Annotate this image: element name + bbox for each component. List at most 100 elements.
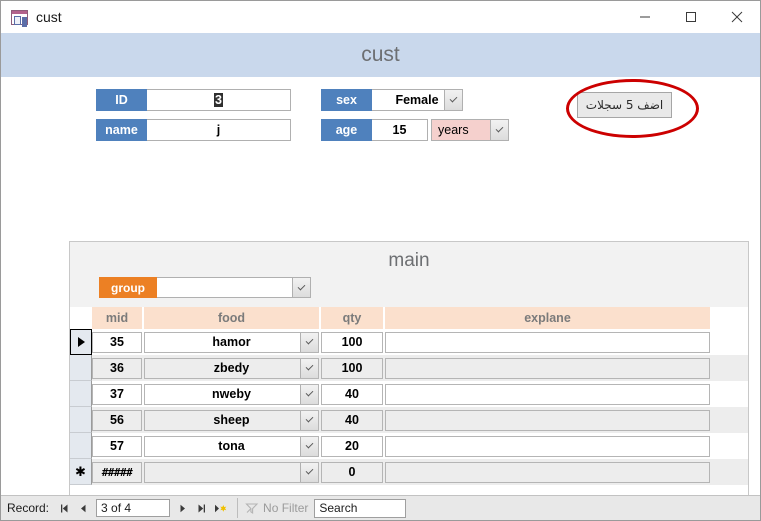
chevron-down-icon[interactable]: [490, 120, 508, 140]
record-selector[interactable]: [70, 433, 92, 459]
new-record-asterisk-icon: ✱: [75, 464, 86, 479]
form-title: cust: [361, 43, 400, 66]
chevron-down-icon[interactable]: [300, 358, 318, 378]
column-header-food[interactable]: food: [144, 307, 319, 329]
sex-combobox[interactable]: Female: [372, 89, 463, 111]
minimize-button[interactable]: [622, 1, 668, 33]
cell-food-combobox[interactable]: tona: [144, 435, 319, 457]
datasheet-header-row: mid food qty explane: [70, 307, 748, 329]
group-label: group: [99, 277, 157, 298]
cell-food-combobox[interactable]: nweby: [144, 383, 319, 405]
cell-qty[interactable]: 40: [321, 383, 383, 405]
search-input[interactable]: Search: [314, 498, 407, 518]
age-label: age: [321, 119, 372, 141]
cell-mid[interactable]: 37: [92, 383, 142, 405]
current-record-input[interactable]: 3 of 4: [96, 499, 171, 517]
cell-mid[interactable]: 36: [92, 357, 142, 379]
filter-label: No Filter: [263, 501, 309, 515]
cell-explane[interactable]: [385, 461, 710, 483]
table-row[interactable]: 35 hamor 100: [70, 329, 748, 355]
main-subform: main group mid food qty explane 35 hamor…: [69, 241, 749, 520]
id-input[interactable]: 3: [147, 89, 291, 111]
column-header-mid[interactable]: mid: [92, 307, 142, 329]
filter-status[interactable]: No Filter: [245, 501, 308, 515]
unit-combobox[interactable]: years: [431, 119, 509, 141]
previous-record-button[interactable]: [74, 498, 93, 518]
add-5-records-button[interactable]: اضف 5 سجلات: [577, 92, 672, 118]
cell-food-combobox[interactable]: [144, 461, 319, 483]
filter-icon: [245, 502, 259, 514]
group-combobox[interactable]: [157, 277, 311, 298]
access-form-icon: [11, 9, 28, 25]
table-row[interactable]: ✱ ##### 0: [70, 459, 748, 485]
sex-label: sex: [321, 89, 372, 111]
cell-qty[interactable]: 100: [321, 357, 383, 379]
selector-corner: [70, 307, 92, 329]
id-field-group: ID 3: [96, 89, 291, 111]
new-record-selector[interactable]: ✱: [70, 459, 92, 485]
current-record-arrow-icon: [77, 337, 85, 347]
chevron-down-icon[interactable]: [300, 332, 318, 352]
window-title: cust: [36, 9, 62, 25]
cell-explane[interactable]: [385, 383, 710, 405]
title-bar: cust: [1, 1, 760, 33]
record-navigator: Record: 3 of 4 No Filter Search: [1, 495, 760, 520]
new-record-button[interactable]: [211, 498, 230, 518]
table-row[interactable]: 36 zbedy 100: [70, 355, 748, 381]
subform-header: main group: [70, 242, 748, 307]
cell-qty[interactable]: 100: [321, 331, 383, 353]
form-detail-section: ID 3 name j sex Female age 15 years اضف …: [1, 77, 760, 520]
cell-qty[interactable]: 0: [321, 461, 383, 483]
form-header-band: cust: [1, 33, 760, 77]
maximize-button[interactable]: [668, 1, 714, 33]
id-label: ID: [96, 89, 147, 111]
table-row[interactable]: 37 nweby 40: [70, 381, 748, 407]
chevron-down-icon[interactable]: [300, 410, 318, 430]
age-input[interactable]: 15: [372, 119, 428, 141]
cell-food-combobox[interactable]: zbedy: [144, 357, 319, 379]
record-selector[interactable]: [70, 329, 92, 355]
name-input[interactable]: j: [147, 119, 291, 141]
cell-mid[interactable]: #####: [92, 461, 142, 483]
window-controls: [622, 1, 760, 33]
access-form-window: cust cust ID 3 name j sex Female age 15 …: [0, 0, 761, 521]
table-row[interactable]: 57 tona 20: [70, 433, 748, 459]
cell-mid[interactable]: 56: [92, 409, 142, 431]
cell-explane[interactable]: [385, 409, 710, 431]
cell-qty[interactable]: 40: [321, 409, 383, 431]
datasheet-rows: 35 hamor 100 36 zbedy 100 37 nweby 40 56 sheep 40 57…: [70, 329, 748, 485]
table-row[interactable]: 56 sheep 40: [70, 407, 748, 433]
cell-mid[interactable]: 57: [92, 435, 142, 457]
chevron-down-icon[interactable]: [300, 436, 318, 456]
name-label: name: [96, 119, 147, 141]
id-value: 3: [214, 93, 223, 107]
next-record-button[interactable]: [173, 498, 192, 518]
chevron-down-icon[interactable]: [292, 278, 310, 297]
chevron-down-icon[interactable]: [444, 90, 462, 110]
chevron-down-icon[interactable]: [300, 462, 318, 482]
name-field-group: name j: [96, 119, 291, 141]
cell-food-combobox[interactable]: sheep: [144, 409, 319, 431]
age-field-group: age 15 years: [321, 119, 509, 141]
first-record-button[interactable]: [55, 498, 74, 518]
cell-qty[interactable]: 20: [321, 435, 383, 457]
unit-value: years: [438, 123, 469, 137]
record-label: Record:: [7, 501, 50, 515]
record-selector[interactable]: [70, 407, 92, 433]
record-selector[interactable]: [70, 355, 92, 381]
cell-explane[interactable]: [385, 331, 710, 353]
close-button[interactable]: [714, 1, 760, 33]
cell-explane[interactable]: [385, 357, 710, 379]
column-header-explane[interactable]: explane: [385, 307, 710, 329]
cell-mid[interactable]: 35: [92, 331, 142, 353]
cell-explane[interactable]: [385, 435, 710, 457]
datasheet: mid food qty explane 35 hamor 100 36 zbedy 10…: [70, 307, 748, 520]
cell-food-combobox[interactable]: hamor: [144, 331, 319, 353]
last-record-button[interactable]: [192, 498, 211, 518]
chevron-down-icon[interactable]: [300, 384, 318, 404]
sex-value: Female: [395, 93, 439, 107]
sex-field-group: sex Female: [321, 89, 463, 111]
record-selector[interactable]: [70, 381, 92, 407]
column-header-qty[interactable]: qty: [321, 307, 383, 329]
subform-title: main: [388, 250, 430, 271]
